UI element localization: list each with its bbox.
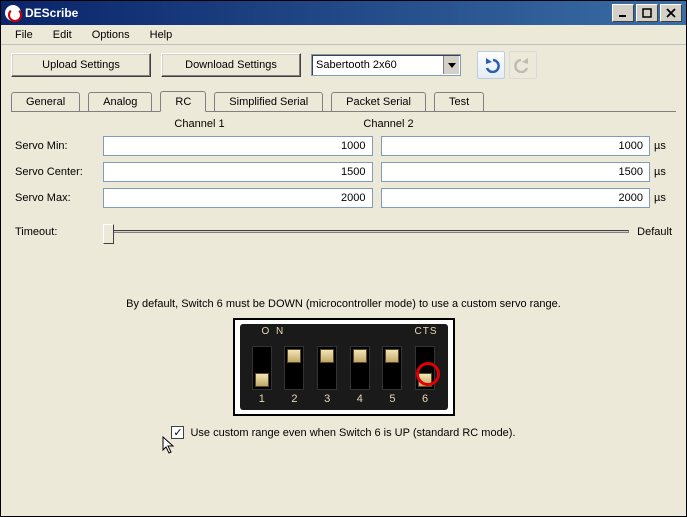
tab-general[interactable]: General — [11, 92, 80, 111]
mouse-cursor-icon — [162, 436, 178, 456]
menubar: File Edit Options Help — [1, 25, 686, 45]
timeout-slider[interactable] — [103, 222, 629, 242]
servo-max-label: Servo Max: — [15, 192, 103, 204]
timeout-default-label: Default — [629, 226, 672, 238]
servo-max-ch1-input[interactable]: 2000 — [103, 188, 373, 208]
servo-center-ch1-input[interactable]: 1500 — [103, 162, 373, 182]
tab-packet-serial[interactable]: Packet Serial — [331, 92, 426, 111]
menu-help[interactable]: Help — [142, 27, 181, 43]
unit-label: µs — [650, 166, 672, 178]
slider-thumb[interactable] — [103, 224, 114, 244]
servo-min-label: Servo Min: — [15, 140, 103, 152]
tab-simplified-serial[interactable]: Simplified Serial — [214, 92, 323, 111]
tab-panel-rc: Channel 1 Channel 2 Servo Min: 1000 1000… — [11, 111, 676, 445]
channel2-header: Channel 2 — [294, 118, 483, 130]
channel1-header: Channel 1 — [105, 118, 294, 130]
tab-analog[interactable]: Analog — [88, 92, 152, 111]
servo-min-ch2-input[interactable]: 1000 — [381, 136, 651, 156]
servo-min-ch1-input[interactable]: 1000 — [103, 136, 373, 156]
device-select[interactable]: Sabertooth 2x60 — [311, 54, 461, 76]
app-icon — [5, 5, 21, 21]
use-custom-range-checkbox[interactable]: ✓ — [171, 426, 184, 439]
upload-settings-button[interactable]: Upload Settings — [11, 53, 151, 77]
timeout-label: Timeout: — [15, 226, 103, 238]
menu-options[interactable]: Options — [84, 27, 138, 43]
dip-switch-image: 1 2 3 4 5 6 — [233, 318, 455, 416]
redo-icon — [514, 57, 532, 73]
minimize-button[interactable] — [612, 4, 634, 22]
dip-switch-body: 1 2 3 4 5 6 — [240, 324, 448, 410]
redo-button[interactable] — [509, 51, 537, 79]
switch6-hint-text: By default, Switch 6 must be DOWN (micro… — [15, 298, 672, 310]
dropdown-arrow-icon[interactable] — [443, 56, 459, 74]
tab-rc[interactable]: RC — [160, 91, 206, 112]
close-button[interactable] — [660, 4, 682, 22]
menu-file[interactable]: File — [7, 27, 41, 43]
maximize-button[interactable] — [636, 4, 658, 22]
menu-edit[interactable]: Edit — [45, 27, 80, 43]
servo-center-ch2-input[interactable]: 1500 — [381, 162, 651, 182]
servo-center-label: Servo Center: — [15, 166, 103, 178]
toolbar: Upload Settings Download Settings Sabert… — [1, 45, 686, 85]
use-custom-range-label: Use custom range even when Switch 6 is U… — [190, 427, 515, 439]
unit-label: µs — [650, 140, 672, 152]
device-select-value: Sabertooth 2x60 — [316, 59, 397, 71]
servo-max-ch2-input[interactable]: 2000 — [381, 188, 651, 208]
window-title: DEScribe — [25, 6, 612, 20]
undo-icon — [482, 57, 500, 73]
app-window: DEScribe File Edit Options Help Upload S… — [0, 0, 687, 517]
titlebar: DEScribe — [1, 1, 686, 25]
download-settings-button[interactable]: Download Settings — [161, 53, 301, 77]
tab-strip: General Analog RC Simplified Serial Pack… — [1, 89, 686, 111]
unit-label: µs — [650, 192, 672, 204]
undo-button[interactable] — [477, 51, 505, 79]
tab-test[interactable]: Test — [434, 92, 484, 111]
